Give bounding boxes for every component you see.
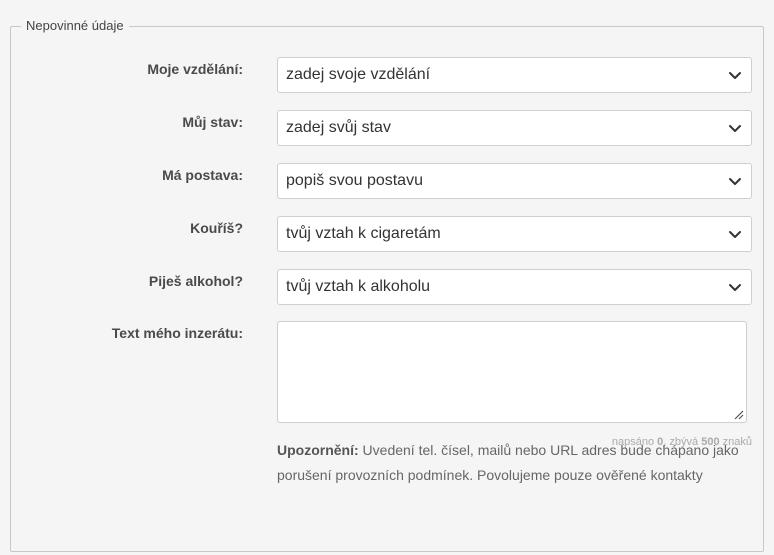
figure-select[interactable]: popiš svou postavu xyxy=(277,163,752,199)
figure-label: Má postava: xyxy=(162,167,243,183)
resize-grip-icon[interactable] xyxy=(732,408,744,420)
chevron-down-icon xyxy=(729,72,741,79)
alcohol-select[interactable]: tvůj vztah k alkoholu xyxy=(277,269,752,305)
alcohol-select-value: tvůj vztah k alkoholu xyxy=(286,278,431,295)
notice-text: Upozornění: Uvedení tel. čísel, mailů ne… xyxy=(277,438,747,488)
smoking-select-value: tvůj vztah k cigaretám xyxy=(286,225,441,242)
chevron-down-icon xyxy=(729,231,741,238)
education-select-value: zadej svoje vzdělání xyxy=(286,66,431,83)
ad-text-textarea[interactable] xyxy=(277,321,747,423)
status-label: Můj stav: xyxy=(182,114,243,130)
ad-text-label: Text mého inzerátu: xyxy=(111,325,243,341)
chevron-down-icon xyxy=(729,284,741,291)
chevron-down-icon xyxy=(729,125,741,132)
education-label: Moje vzdělání: xyxy=(147,61,243,77)
status-select-value: zadej svůj stav xyxy=(286,119,391,136)
smoking-label: Kouříš? xyxy=(190,220,243,236)
education-select[interactable]: zadej svoje vzdělání xyxy=(277,57,752,93)
notice-title: Upozornění: xyxy=(277,442,359,458)
status-select[interactable]: zadej svůj stav xyxy=(277,110,752,146)
fieldset-legend: Nepovinné údaje xyxy=(21,18,129,33)
chevron-down-icon xyxy=(729,178,741,185)
alcohol-label: Piješ alkohol? xyxy=(148,273,243,289)
smoking-select[interactable]: tvůj vztah k cigaretám xyxy=(277,216,752,252)
figure-select-value: popiš svou postavu xyxy=(286,172,423,189)
